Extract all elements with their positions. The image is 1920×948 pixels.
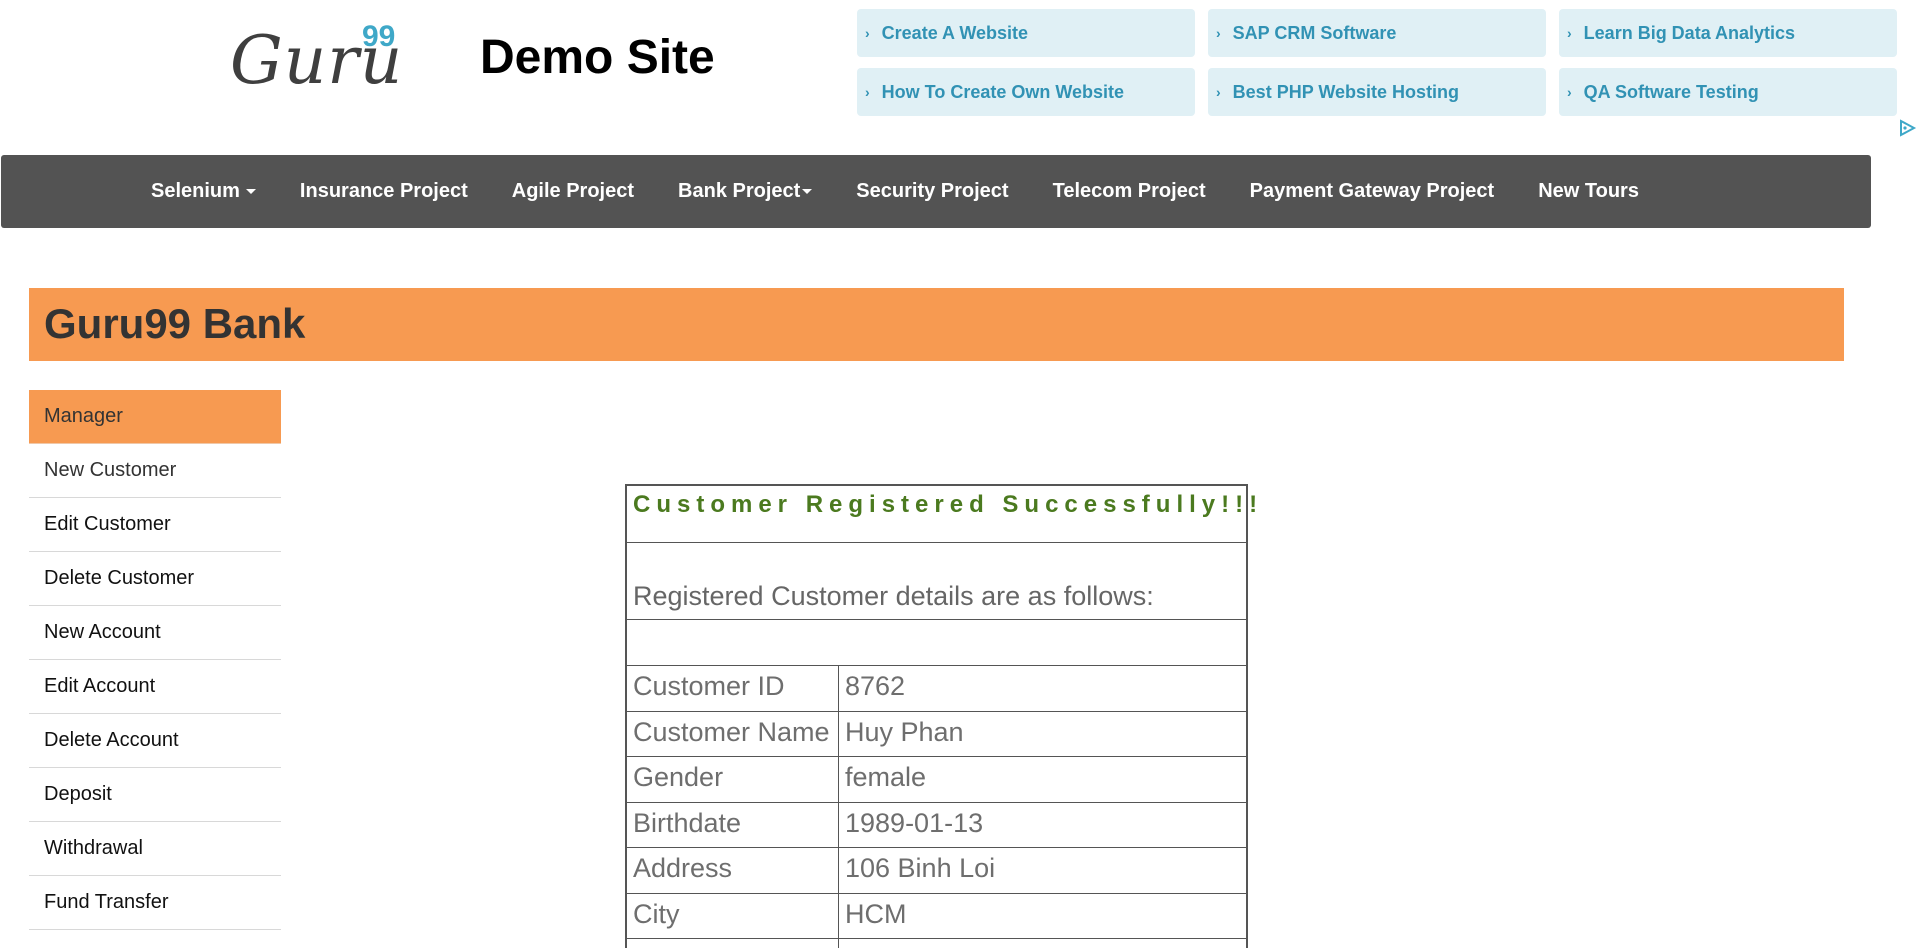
chevron-right-icon: › [1567,25,1572,41]
row-label: Birthdate [627,802,839,847]
row-label [627,939,839,948]
nav-label: Insurance Project [299,180,468,202]
chevron-right-icon: › [865,25,870,41]
nav-label: Agile Project [511,180,635,202]
success-message: Customer Registered Successfully!!! [627,486,1257,543]
ad-link-create-website[interactable]: › Create A Website [857,9,1195,57]
row-label: Customer ID [627,666,839,711]
sidebar-menu: Manager New Customer Edit Customer Delet… [29,390,281,930]
ad-link-label: How To Create Own Website [881,81,1125,102]
customer-details-table: Customer Registered Successfully!!! Regi… [625,484,1257,948]
nav-selenium[interactable]: Selenium [129,155,278,228]
logo-superscript: 99 [362,20,396,53]
sidebar-item-edit-customer[interactable]: Edit Customer [29,498,281,552]
row-label: Address [627,848,839,893]
bank-title: Guru99 Bank [44,300,306,347]
table-row: City HCM [627,893,1246,939]
row-value: female [845,762,927,792]
table-spacer-row [627,620,1246,666]
ad-link-php-hosting[interactable]: › Best PHP Website Hosting [1208,68,1546,116]
sidebar-item-fund-transfer[interactable]: Fund Transfer [29,876,281,930]
sidebar-item-edit-account[interactable]: Edit Account [29,660,281,714]
nav-label: Selenium [151,180,240,202]
nav-security-project[interactable]: Security Project [834,155,1030,228]
chevron-right-icon: › [1216,84,1221,100]
ad-link-label: Create A Website [881,22,1029,43]
row-value: 8762 [845,671,906,701]
nav-new-tours[interactable]: New Tours [1516,155,1661,228]
nav-telecom-project[interactable]: Telecom Project [1031,155,1228,228]
main-navbar: Selenium Insurance Project Agile Project… [1,155,1871,228]
nav-label: New Tours [1538,180,1639,202]
chevron-right-icon: › [1216,25,1221,41]
caret-down-icon [802,189,813,194]
row-value: Huy Phan [845,716,964,747]
sidebar-item-new-account[interactable]: New Account [29,606,281,660]
sidebar-item-withdrawal[interactable]: Withdrawal [29,822,281,876]
table-row: Address 106 Binh Loi [627,848,1246,894]
nav-payment-gateway-project[interactable]: Payment Gateway Project [1228,155,1517,228]
bank-banner: Guru99 Bank [29,288,1844,361]
ad-link-label: QA Software Testing [1583,81,1759,102]
row-value: 106 Binh Loi [845,853,996,883]
row-value: HCM [845,898,907,929]
nav-bank-project[interactable]: Bank Project [656,155,834,228]
ad-link-sap-crm[interactable]: › SAP CRM Software [1208,9,1546,57]
page: Guru 99 Demo Site › Create A Website › S… [0,0,1920,948]
nav-insurance-project[interactable]: Insurance Project [278,155,490,228]
table-row: Customer Name Huy Phan [627,711,1246,757]
row-value [839,939,1246,948]
site-title: Demo Site [480,31,715,84]
ad-link-label: Best PHP Website Hosting [1232,81,1460,102]
ad-links-block: › Create A Website › SAP CRM Software › … [857,9,1897,116]
sidebar-item-new-customer[interactable]: New Customer [29,444,281,498]
ad-link-own-website[interactable]: › How To Create Own Website [857,68,1195,116]
chevron-right-icon: › [1567,84,1572,100]
caret-down-icon [245,189,256,194]
nav-label: Bank Project [678,180,801,202]
adchoices-icon[interactable] [1897,118,1917,138]
guru99-logo[interactable]: Guru 99 [230,22,405,98]
row-label: Gender [627,757,839,802]
nav-label: Security Project [856,180,1009,202]
sidebar-item-delete-customer[interactable]: Delete Customer [29,552,281,606]
ad-link-label: SAP CRM Software [1232,22,1397,43]
sidebar-item-delete-account[interactable]: Delete Account [29,714,281,768]
ad-link-label: Learn Big Data Analytics [1583,22,1796,43]
row-value: 1989-01-13 [845,807,984,838]
nav-label: Telecom Project [1052,180,1206,202]
sidebar-item-deposit[interactable]: Deposit [29,768,281,822]
table-row: Gender female [627,757,1246,803]
sidebar-item-manager[interactable]: Manager [29,390,281,444]
ad-link-qa-testing[interactable]: › QA Software Testing [1559,68,1897,116]
table-row: Customer ID 8762 [627,666,1246,712]
nav-agile-project[interactable]: Agile Project [490,155,656,228]
table-row [627,939,1246,948]
nav-label: Payment Gateway Project [1249,180,1495,202]
ad-link-big-data[interactable]: › Learn Big Data Analytics [1559,9,1897,57]
details-subtitle: Registered Customer details are as follo… [627,543,1246,620]
row-label: City [627,893,839,938]
chevron-right-icon: › [865,84,870,100]
table-row: Birthdate 1989-01-13 [627,802,1246,848]
row-label: Customer Name [627,711,839,756]
